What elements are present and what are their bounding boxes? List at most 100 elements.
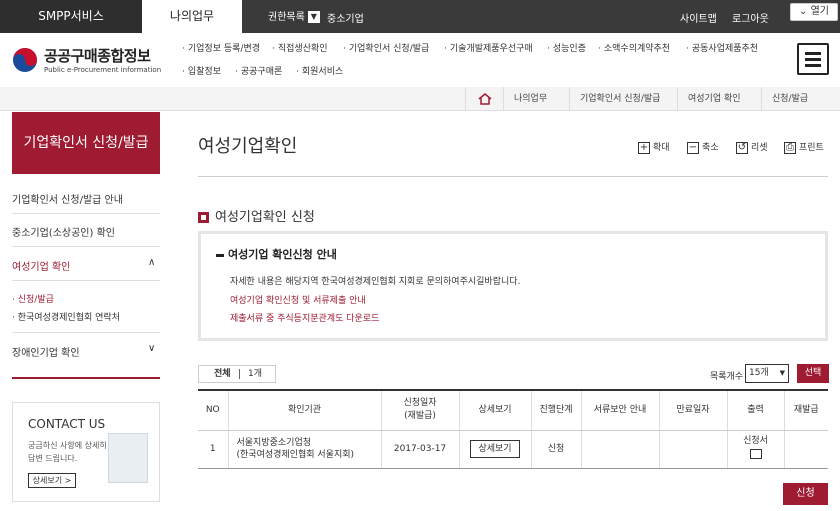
plus-icon: + — [638, 141, 650, 154]
column-header: 만료일자 — [658, 389, 727, 431]
sidebar-subitem-label: 신청/발급 — [17, 295, 54, 305]
guide-text: 자세한 내용은 해당지역 한국여성경제인협회 지회로 문의하여주시길바랍니다. — [230, 277, 521, 287]
cell-docs — [580, 430, 659, 469]
gnb-company-info[interactable]: 기업정보 등록/변경 — [182, 41, 260, 54]
open-button[interactable]: ⌄ 열기 — [790, 3, 838, 21]
divider — [12, 280, 160, 281]
table-row: 1 서울지방중소기업청 (한국여성경제인협회 서울지회) 2017-03-17 … — [198, 430, 828, 469]
breadcrumb-certificate[interactable]: 기업확인서 신청/발급 — [569, 87, 677, 111]
guide-box: 여성기업 확인신청 안내 자세한 내용은 해당지역 한국여성경제인협회 지회로 … — [198, 231, 828, 341]
page-title: 여성기업확인 — [198, 136, 298, 157]
gnb-public-purchase[interactable]: 공공구매론 — [235, 64, 282, 77]
application-table: NO 확인기관 신청일자 (재발급) 상세보기 진행단계 서류보안 안내 만료일… — [198, 389, 828, 469]
gnb-member-service[interactable]: 회원서비스 — [296, 64, 343, 77]
divider — [12, 377, 160, 379]
top-bar: SMPP서비스 나의업무 권한목록 ▼ 중소기업 사이트맵 로그아웃 ⌄ 열기 — [0, 0, 840, 33]
apply-button[interactable]: 신청 — [783, 483, 828, 505]
zoom-in-button[interactable]: + 확대 — [638, 140, 670, 154]
total-count: 전체 1개 — [198, 365, 276, 383]
contact-description: 궁금하신 사항에 상세히 답변 드립니다. — [28, 441, 107, 463]
zoom-out-button[interactable]: − 축소 — [687, 140, 719, 154]
column-header: 출력 — [726, 389, 784, 431]
home-icon[interactable] — [465, 87, 503, 111]
total-label: 전체 — [214, 369, 231, 379]
sidebar-subitem-label: 한국여성경제인협회 연락처 — [17, 313, 120, 323]
print-label: 신청서 — [743, 436, 768, 446]
sidebar-title: 기업확인서 신청/발급 — [12, 112, 160, 174]
contact-title: CONTACT US — [28, 417, 106, 431]
sidebar-item-women[interactable]: 여성기업 확인 — [12, 258, 160, 273]
logo-title[interactable]: 공공구매종합정보 — [44, 45, 151, 66]
cell-org-branch: (한국여성경제인협회 서울지회) — [236, 450, 355, 460]
site-header: 공공구매종합정보 Public e-Procurement informatio… — [0, 33, 840, 88]
sidebar-subitem-contact[interactable]: · 한국여성경제인협회 연락처 — [12, 310, 120, 323]
gnb-certificate[interactable]: 기업확인서 신청/발급 — [343, 41, 429, 54]
gnb-bid-info[interactable]: 입찰정보 — [182, 64, 221, 77]
column-header: 진행단계 — [530, 389, 581, 431]
role-label: 권한목록 — [268, 12, 305, 23]
divider — [12, 332, 160, 333]
contact-us-box: CONTACT US 궁금하신 사항에 상세히 답변 드립니다. 상세보기 > — [12, 402, 160, 502]
tool-label: 확대 — [653, 143, 670, 153]
section-title: 여성기업확인 신청 — [198, 206, 315, 225]
guide-link-download[interactable]: 제출서류 중 주식등지분관계도 다운로드 — [230, 311, 379, 324]
printer-icon: ⎙ — [784, 141, 796, 154]
divider — [12, 213, 160, 214]
column-header: 재발급 — [783, 389, 828, 431]
cell-stage: 신청 — [530, 430, 581, 469]
per-page-select[interactable]: 15개 — [745, 364, 789, 383]
tab-smpp[interactable]: SMPP서비스 — [0, 0, 142, 33]
sitemap-link[interactable]: 사이트맵 — [680, 10, 717, 25]
sidebar-item-disabled[interactable]: 장애인기업 확인 — [12, 344, 160, 359]
cell-no: 1 — [198, 430, 228, 469]
column-header: 확인기관 — [227, 389, 381, 431]
per-page-label: 목록개수 — [710, 372, 744, 382]
divider — [198, 176, 828, 177]
reset-button[interactable]: ↺ 리셋 — [736, 140, 768, 154]
select-button[interactable]: 선택 — [797, 364, 829, 383]
tab-my-work[interactable]: 나의업무 — [142, 0, 242, 33]
minus-icon: − — [687, 141, 699, 154]
chevron-down-icon[interactable]: ▼ — [307, 11, 320, 23]
role-select[interactable]: 권한목록 ▼ — [268, 8, 320, 23]
detail-button[interactable]: 상세보기 — [470, 440, 520, 458]
total-value: 1개 — [248, 369, 263, 379]
column-header: 신청일자 (재발급) — [380, 389, 459, 431]
gnb-small-contract[interactable]: 소액수의계약추천 — [598, 41, 670, 54]
gnb-performance[interactable]: 성능인증 — [547, 41, 586, 54]
column-header: NO — [198, 389, 228, 431]
tool-label: 프린트 — [799, 143, 824, 153]
breadcrumb-my-work[interactable]: 나의업무 — [503, 87, 569, 111]
gnb-direct-production[interactable]: 직접생산확인 — [272, 41, 328, 54]
sidebar-item-sme[interactable]: 중소기업(소상공인) 확인 — [12, 224, 160, 239]
role-value: 중소기업 — [327, 14, 364, 25]
gnb-tech-purchase[interactable]: 기술개발제품우선구매 — [444, 41, 533, 54]
hamburger-menu-icon[interactable] — [797, 43, 829, 75]
cell-print: 신청서 — [726, 430, 784, 469]
print-button[interactable]: ⎙ 프린트 — [784, 140, 824, 154]
cell-reissue — [783, 430, 828, 469]
section-bullet-icon — [198, 212, 209, 223]
column-header: 상세보기 — [458, 389, 531, 431]
sidebar-subitem-apply[interactable]: · 신청/발급 — [12, 292, 54, 305]
section-title-text: 여성기업확인 신청 — [215, 210, 315, 225]
sidebar-item-guide[interactable]: 기업확인서 신청/발급 안내 — [12, 191, 160, 206]
cell-detail: 상세보기 — [458, 430, 531, 469]
taegeuk-logo-icon — [13, 48, 37, 72]
breadcrumb: 나의업무 기업확인서 신청/발급 여성기업 확인 신청/발급 — [0, 87, 840, 111]
tool-label: 리셋 — [751, 143, 768, 153]
gnb-joint-products[interactable]: 공동사업제품추천 — [686, 41, 758, 54]
guide-link-apply[interactable]: 여성기업 확인신청 및 서류제출 안내 — [230, 293, 366, 306]
cell-expire — [658, 430, 727, 469]
table-header-row: NO 확인기관 신청일자 (재발급) 상세보기 진행단계 서류보안 안내 만료일… — [198, 389, 828, 431]
cell-org: 서울지방중소기업청 (한국여성경제인협회 서울지회) — [227, 430, 381, 469]
logo-subtitle: Public e-Procurement information — [44, 66, 162, 74]
printer-icon[interactable] — [749, 449, 762, 459]
breadcrumb-women-enterprise[interactable]: 여성기업 확인 — [677, 87, 761, 111]
chevron-down-icon[interactable]: ∨ — [148, 343, 155, 354]
cell-date: 2017-03-17 — [380, 430, 459, 469]
contact-detail-button[interactable]: 상세보기 > — [28, 473, 76, 488]
breadcrumb-apply[interactable]: 신청/발급 — [761, 87, 840, 111]
logout-link[interactable]: 로그아웃 — [732, 10, 769, 25]
chevron-up-icon[interactable]: ∧ — [148, 257, 155, 268]
